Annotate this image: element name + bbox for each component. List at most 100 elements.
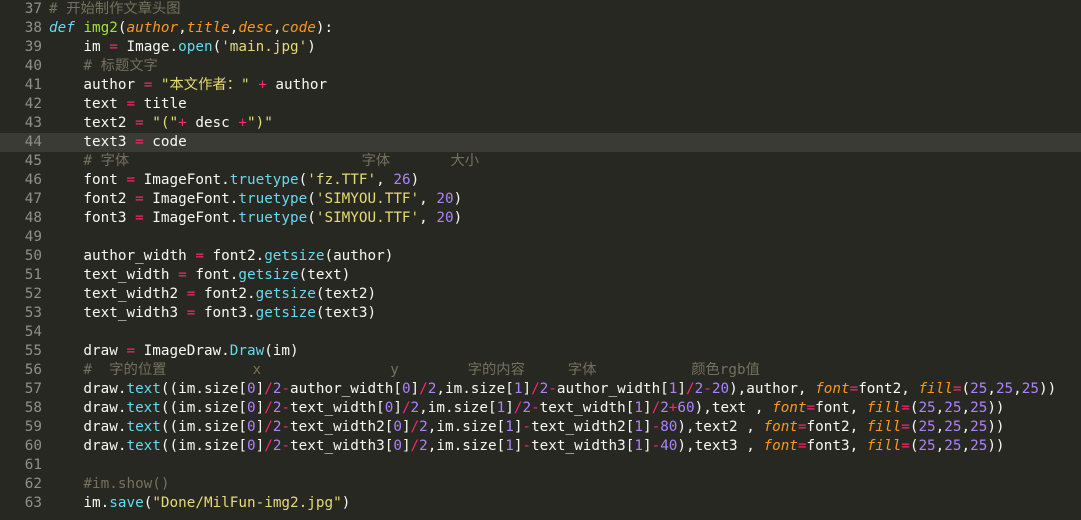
code-text[interactable]: text2 = "("+ desc +")" [49,114,272,133]
code-text[interactable]: im.save("Done/MilFun-img2.jpg") [49,494,350,513]
code-line[interactable]: 53 text_width3 = font3.getsize(text3) [0,304,1081,323]
code-text[interactable]: #im.show() [49,475,170,494]
code-line[interactable]: 43 text2 = "("+ desc +")" [0,114,1081,133]
line-number: 40 [24,58,42,74]
code-token: = [797,438,807,454]
code-token: / [264,438,273,454]
code-line[interactable]: 54 [0,323,1081,342]
code-line[interactable]: 42 text = title [0,95,1081,114]
code-text[interactable]: # 字的位置 x y 字的内容 字体 颜色rgb值 [49,361,760,380]
code-token: 0 [246,419,256,435]
line-number: 53 [24,305,42,321]
code-token: (im) [264,343,299,359]
code-token: # 字的位置 x y 字的内容 字体 颜色rgb值 [49,362,760,378]
code-token: font. [186,267,239,283]
code-token: draw. [49,419,127,435]
code-token: (text3) [315,305,377,321]
code-text[interactable]: text_width2 = font2.getsize(text2) [49,285,376,304]
code-token: font [772,400,807,416]
code-line[interactable]: 38 def img2(author,title,desc,code): [0,19,1081,38]
code-token: ((im.size[ [160,381,247,397]
code-line[interactable]: 45 # 字体 字体 大小 [0,152,1081,171]
code-text[interactable]: im = Image.open('main.jpg') [49,38,315,57]
code-token: = [126,172,136,188]
code-token: ): [315,20,334,36]
code-text[interactable]: # 开始制作文章头图 [49,0,181,19]
code-token: / [419,381,428,397]
code-text[interactable]: draw.text((im.size[0]/2-author_width[0]/… [49,380,1056,399]
code-token: ] [677,381,687,397]
code-token: 1 [634,419,643,435]
code-line[interactable]: 39 im = Image.open('main.jpg') [0,38,1081,57]
code-line[interactable]: 40 # 标题文字 [0,57,1081,76]
code-token: 20 [436,210,454,226]
code-text[interactable]: # 字体 字体 大小 [49,152,479,171]
code-text[interactable]: font3 = ImageFont.truetype('SIMYOU.TTF',… [49,209,462,228]
code-token: ),text2 , [677,419,764,435]
code-token: / [410,419,420,435]
code-token: , [961,419,971,435]
code-line[interactable]: 52 text_width2 = font2.getsize(text2) [0,285,1081,304]
code-editor[interactable]: 37 # 开始制作文章头图 38 def img2(author,title,desc… [0,0,1081,520]
code-line[interactable]: 61 [0,456,1081,475]
line-number: 44 [24,134,42,150]
code-line[interactable]: 51 text_width = font.getsize(text) [0,266,1081,285]
code-text[interactable]: author_width = font2.getsize(author) [49,247,393,266]
code-text[interactable]: font = ImageFont.truetype('fz.TTF', 26) [49,171,419,190]
code-line[interactable]: 46 font = ImageFont.truetype('fz.TTF', 2… [0,171,1081,190]
code-line[interactable]: 59 draw.text((im.size[0]/2-text_width2[0… [0,418,1081,437]
code-text[interactable]: text_width3 = font3.getsize(text3) [49,304,376,323]
code-token: text [49,96,127,112]
code-line[interactable]: 37 # 开始制作文章头图 [0,0,1081,19]
code-text[interactable]: text_width = font.getsize(text) [49,266,350,285]
code-text[interactable]: draw.text((im.size[0]/2-text_width[0]/2,… [49,399,1004,418]
line-number: 48 [24,210,42,226]
code-token: 2 [410,400,420,416]
code-text[interactable]: text3 = code [49,133,186,152]
code-token: 1 [634,438,643,454]
code-line[interactable]: 48 font3 = ImageFont.truetype('SIMYOU.TT… [0,209,1081,228]
code-token: #im.show() [49,476,170,492]
code-token: 25 [970,381,988,397]
code-token: / [264,419,273,435]
code-text[interactable]: author = "本文作者：" + author [49,76,327,95]
line-number: 41 [24,77,42,93]
code-text[interactable]: draw = ImageDraw.Draw(im) [49,342,299,361]
code-token: text3 [49,134,136,150]
line-number: 62 [24,476,42,492]
code-line[interactable]: 47 font2 = ImageFont.truetype('SIMYOU.TT… [0,190,1081,209]
code-text[interactable]: text = title [49,95,186,114]
code-line[interactable]: 58 draw.text((im.size[0]/2-text_width[0]… [0,399,1081,418]
code-line[interactable]: 62 #im.show() [0,475,1081,494]
code-line[interactable]: 50 author_width = font2.getsize(author) [0,247,1081,266]
code-line[interactable]: 63 im.save("Done/MilFun-img2.jpg") [0,494,1081,513]
code-line[interactable]: 41 author = "本文作者：" + author [0,76,1081,95]
code-text[interactable]: draw.text((im.size[0]/2-text_width3[0]/2… [49,437,1004,456]
code-token: font [763,438,798,454]
code-token: save [109,495,144,511]
code-line[interactable]: 44 text3 = code [0,133,1081,152]
code-line[interactable]: 55 draw = ImageDraw.Draw(im) [0,342,1081,361]
code-text[interactable]: # 标题文字 [49,57,157,76]
code-token: font [763,419,798,435]
code-token: font3, [806,438,867,454]
code-token: draw. [49,438,127,454]
code-token: - [703,381,712,397]
code-text[interactable]: def img2(author,title,desc,code): [49,19,333,38]
code-line[interactable]: 49 [0,228,1081,247]
code-token: getsize [255,305,316,321]
code-token: 25 [970,438,988,454]
code-token: 0 [393,419,402,435]
code-token: ] [410,381,420,397]
code-token: / [401,400,411,416]
code-text[interactable]: font2 = ImageFont.truetype('SIMYOU.TTF',… [49,190,462,209]
code-line[interactable]: 56 # 字的位置 x y 字的内容 字体 颜色rgb值 [0,361,1081,380]
code-text[interactable]: draw.text((im.size[0]/2-text_width2[0]/2… [49,418,1004,437]
code-token: author [49,77,144,93]
code-token: ),author, [729,381,816,397]
code-token: + [178,115,187,131]
code-line[interactable]: 60 draw.text((im.size[0]/2-text_width3[0… [0,437,1081,456]
code-line[interactable]: 57 draw.text((im.size[0]/2-author_width[… [0,380,1081,399]
